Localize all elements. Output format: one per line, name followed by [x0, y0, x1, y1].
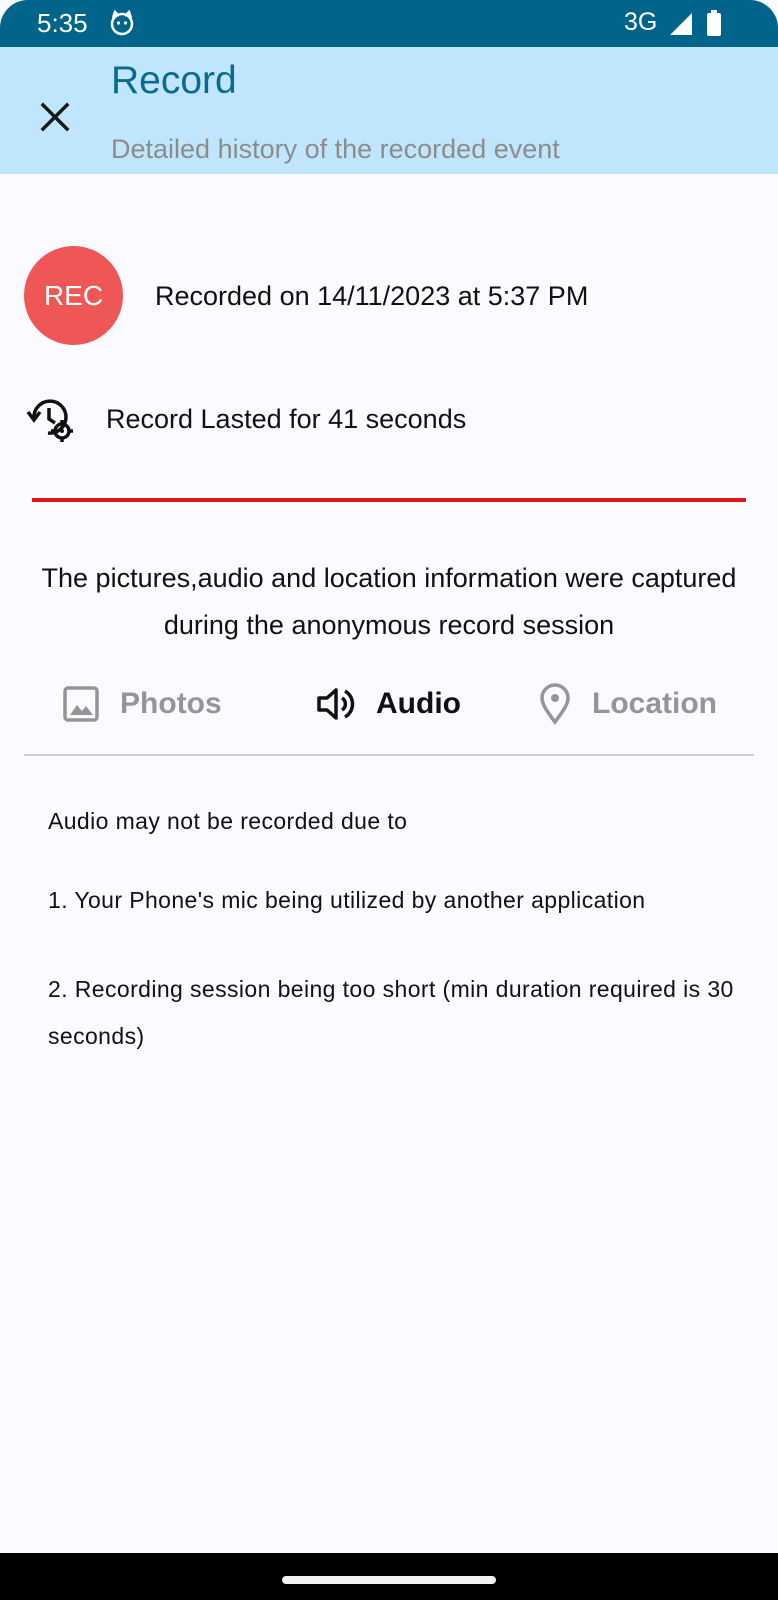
notification-cat-icon — [110, 10, 134, 36]
info-text: The pictures,audio and location informat… — [41, 563, 737, 640]
tab-location[interactable]: Location — [538, 676, 717, 732]
audio-note-heading: Audio may not be recorded due to — [48, 808, 408, 834]
tab-photos-label: Photos — [120, 687, 222, 720]
status-time: 5:35 — [37, 8, 88, 38]
location-pin-icon — [540, 683, 570, 725]
battery-icon — [707, 10, 721, 36]
audio-note-item-2: 2. Recording session being too short (mi… — [48, 976, 734, 1049]
page-subtitle: Detailed history of the recorded event — [111, 134, 560, 164]
app-bar: Record Detailed history of the recorded … — [0, 47, 778, 174]
status-bar: 5:35 3G — [0, 0, 778, 47]
tab-audio-label: Audio — [376, 687, 461, 720]
tab-photos[interactable]: Photos — [62, 676, 222, 732]
close-icon — [40, 102, 70, 132]
page-title: Record — [111, 59, 237, 102]
tab-audio[interactable]: Audio — [316, 676, 461, 732]
record-duration-text: Record Lasted for 41 seconds — [106, 404, 467, 434]
red-divider — [32, 498, 746, 502]
tab-divider — [24, 754, 754, 756]
tab-location-label: Location — [592, 687, 717, 720]
history-settings-icon — [26, 399, 73, 442]
signal-icon — [670, 13, 692, 35]
recorded-on-text: Recorded on 14/11/2023 at 5:37 PM — [155, 281, 589, 311]
rec-badge: REC — [24, 246, 123, 345]
navigation-bar — [0, 1553, 778, 1600]
close-button[interactable] — [30, 92, 80, 142]
home-gesture-handle[interactable] — [282, 1576, 496, 1584]
speaker-icon — [317, 688, 355, 720]
network-type: 3G — [624, 8, 658, 36]
audio-note-item-1: 1. Your Phone's mic being utilized by an… — [48, 887, 646, 913]
image-icon — [63, 686, 99, 722]
